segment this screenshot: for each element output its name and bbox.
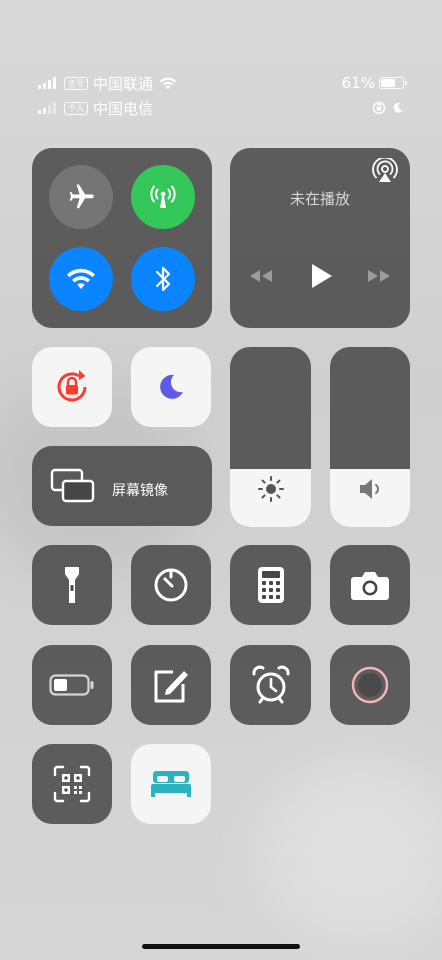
volume-slider[interactable] [330,347,410,527]
moon-status-icon [392,102,404,114]
status-row-sim1: 主号 中国联通 61% [38,72,407,94]
screen-mirroring-button[interactable]: 屏幕镜像 [32,446,212,526]
airplane-mode-toggle[interactable] [49,165,113,229]
alarm-button[interactable] [230,645,311,725]
rotation-lock-icon [52,367,92,407]
carrier-name: 中国电信 [93,99,154,118]
camera-icon [350,569,390,601]
timer-button[interactable] [131,545,211,625]
qr-code-icon [53,765,91,803]
orientation-lock-status-icon [372,101,386,115]
alarm-icon [251,665,291,705]
connectivity-panel [32,148,212,328]
calculator-icon [257,566,285,604]
wifi-status-icon [159,77,177,90]
speaker-icon [330,475,410,503]
airplay-icon[interactable] [372,158,398,184]
screen-mirroring-icon [50,466,96,506]
bluetooth-icon [152,264,174,294]
rotation-lock-button[interactable] [32,347,112,427]
screen-mirroring-label: 屏幕镜像 [112,483,168,499]
play-icon[interactable] [308,262,334,290]
brightness-sun-icon [230,475,311,503]
home-indicator[interactable] [142,944,300,949]
background-blur [260,760,442,940]
record-icon [350,665,390,705]
now-playing-title: 未在播放 [289,190,350,208]
now-playing-panel[interactable]: 未在播放 [230,148,410,328]
airplane-icon [66,182,96,212]
battery-icon [49,674,95,696]
battery-icon [379,77,407,89]
carrier-name: 中国联通 [93,74,154,93]
wifi-toggle[interactable] [49,247,113,311]
sim-tag: 个人 [64,101,88,115]
qr-scanner-button[interactable] [32,744,112,824]
sim-tag: 主号 [64,76,88,90]
bluetooth-toggle[interactable] [131,247,195,311]
sleep-mode-button[interactable] [131,744,211,824]
signal-strength-icon [38,77,56,89]
flashlight-button[interactable] [32,545,112,625]
rewind-icon[interactable] [246,266,276,286]
moon-icon [156,372,186,402]
flashlight-icon [62,565,82,605]
brightness-slider[interactable] [230,347,311,527]
camera-button[interactable] [330,545,410,625]
timer-icon [152,566,190,604]
cellular-data-toggle[interactable] [131,165,195,229]
notes-button[interactable] [131,645,211,725]
fast-forward-icon[interactable] [364,266,394,286]
do-not-disturb-button[interactable] [131,347,211,427]
note-icon [151,666,191,704]
status-row-sim2: 个人 中国电信 [38,97,404,119]
screen-recording-button[interactable] [330,645,410,725]
low-power-mode-button[interactable] [32,645,112,725]
antenna-icon [147,181,179,213]
signal-strength-icon [38,102,56,114]
battery-percent: 61% [341,74,375,92]
bed-icon [149,769,193,799]
wifi-icon [66,267,96,291]
calculator-button[interactable] [230,545,311,625]
